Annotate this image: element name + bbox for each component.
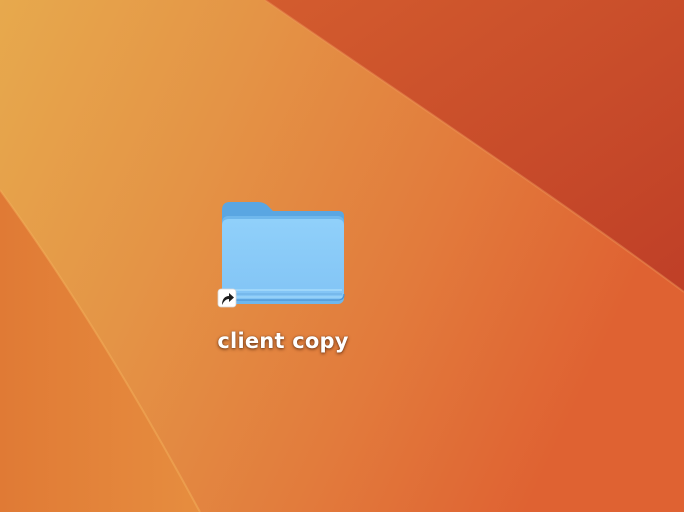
alias-arrow-icon xyxy=(217,288,237,308)
desktop-folder-alias[interactable]: client copy xyxy=(206,196,360,366)
desktop: client copy xyxy=(0,0,684,512)
folder-label[interactable]: client copy xyxy=(206,329,360,353)
